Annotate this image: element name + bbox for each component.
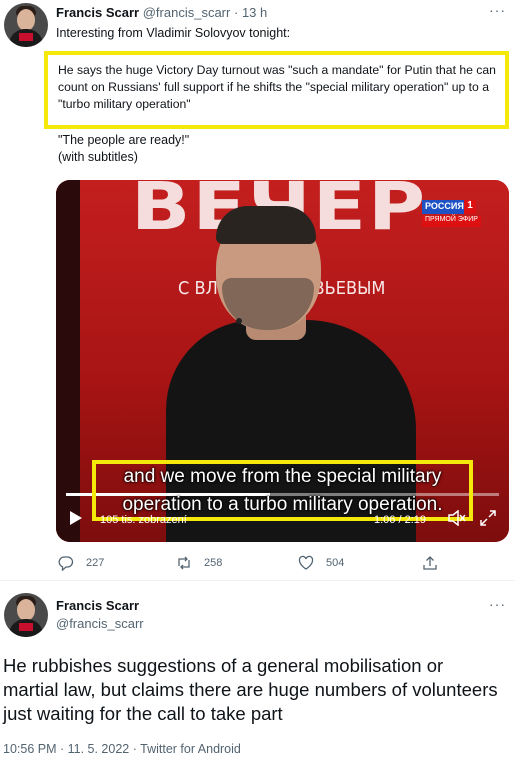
mute-icon[interactable] — [448, 510, 466, 526]
video-time: 1:06 / 2:19 — [374, 514, 426, 526]
highlighted-tweet-text: He says the huge Victory Day turnout was… — [58, 63, 496, 111]
tweet-text: He rubbishes suggestions of a general mo… — [3, 655, 498, 724]
separator-dot: · — [233, 5, 239, 20]
video-player[interactable]: ВЕЧЕР С ВЛ РОМ СОЛОВЬЕВЫМ РОССИЯ 1 ПРЯМО… — [56, 180, 509, 542]
avatar[interactable] — [4, 3, 48, 47]
retweet-count: 258 — [204, 557, 223, 569]
tweet-header: Francis Scarr @francis_scarr · 13 h — [56, 5, 267, 21]
retweet-button[interactable]: 258 — [176, 553, 222, 573]
author-name[interactable]: Francis Scarr — [56, 598, 139, 614]
subtitle-highlight-box: and we move from the special military op… — [92, 460, 473, 521]
quote-line-1: "The people are ready!" — [58, 133, 190, 147]
author-handle[interactable]: @francis_scarr — [143, 5, 231, 20]
reply-button[interactable]: 227 — [58, 553, 104, 573]
share-button[interactable] — [422, 553, 438, 573]
subtitle-line-1: and we move from the special military — [123, 466, 442, 487]
heart-icon — [298, 555, 314, 570]
share-icon — [423, 556, 437, 570]
channel-logo-number: 1 — [464, 200, 476, 214]
like-button[interactable]: 504 — [298, 553, 344, 573]
author-name[interactable]: Francis Scarr — [56, 5, 139, 20]
fullscreen-icon[interactable] — [480, 510, 496, 526]
tweet-metadata[interactable]: 10:56 PM · 11. 5. 2022 · Twitter for And… — [3, 742, 241, 756]
channel-logo: РОССИЯ 1 ПРЯМОЙ ЭФИР — [422, 200, 481, 230]
retweet-icon — [178, 556, 190, 570]
tweet-time[interactable]: 13 h — [242, 5, 267, 20]
tweet-intro-text: Interesting from Vladimir Solovyov tonig… — [56, 26, 291, 40]
channel-logo-bottom: ПРЯМОЙ ЭФИР — [422, 216, 481, 227]
tweet-quote: "The people are ready!" (with subtitles) — [58, 132, 189, 166]
subtitle-line-2: operation to a turbo military operation. — [122, 494, 443, 515]
more-options-icon[interactable]: ··· — [489, 2, 506, 18]
like-count: 504 — [326, 557, 345, 569]
more-options-icon[interactable]: ··· — [489, 596, 506, 612]
avatar[interactable] — [4, 593, 48, 637]
channel-logo-top: РОССИЯ — [422, 200, 467, 214]
highlight-annotation: He says the huge Victory Day turnout was… — [44, 51, 509, 129]
quote-line-2: (with subtitles) — [58, 150, 138, 164]
tweet-divider — [0, 580, 515, 581]
tweet-1[interactable]: Francis Scarr @francis_scarr · 13 h ··· … — [0, 0, 515, 580]
reply-icon — [58, 556, 74, 571]
reply-count: 227 — [86, 557, 105, 569]
play-icon[interactable] — [70, 511, 82, 525]
video-views: 105 tis. zobrazení — [100, 514, 187, 526]
author-handle[interactable]: @francis_scarr — [56, 616, 144, 632]
